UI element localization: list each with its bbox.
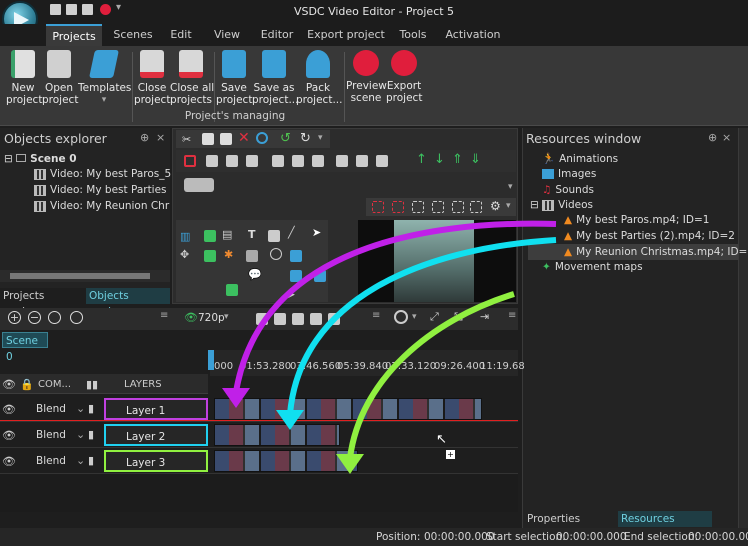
start-selection-label: Start selection: (486, 531, 566, 543)
position-label: Position: (376, 531, 421, 543)
magenta-arrowhead (222, 388, 250, 408)
drag-annotation-arrows (222, 220, 557, 474)
green-arrow (347, 291, 515, 459)
cyan-arrowhead (276, 410, 304, 430)
end-selection-label: End selection: (624, 531, 699, 543)
position-value: 00:00:00.000 (424, 531, 495, 543)
start-selection-value: 00:00:00.000 (556, 531, 627, 543)
green-arrowhead (336, 454, 364, 474)
end-selection-value: 00:00:00.000 (688, 531, 748, 543)
